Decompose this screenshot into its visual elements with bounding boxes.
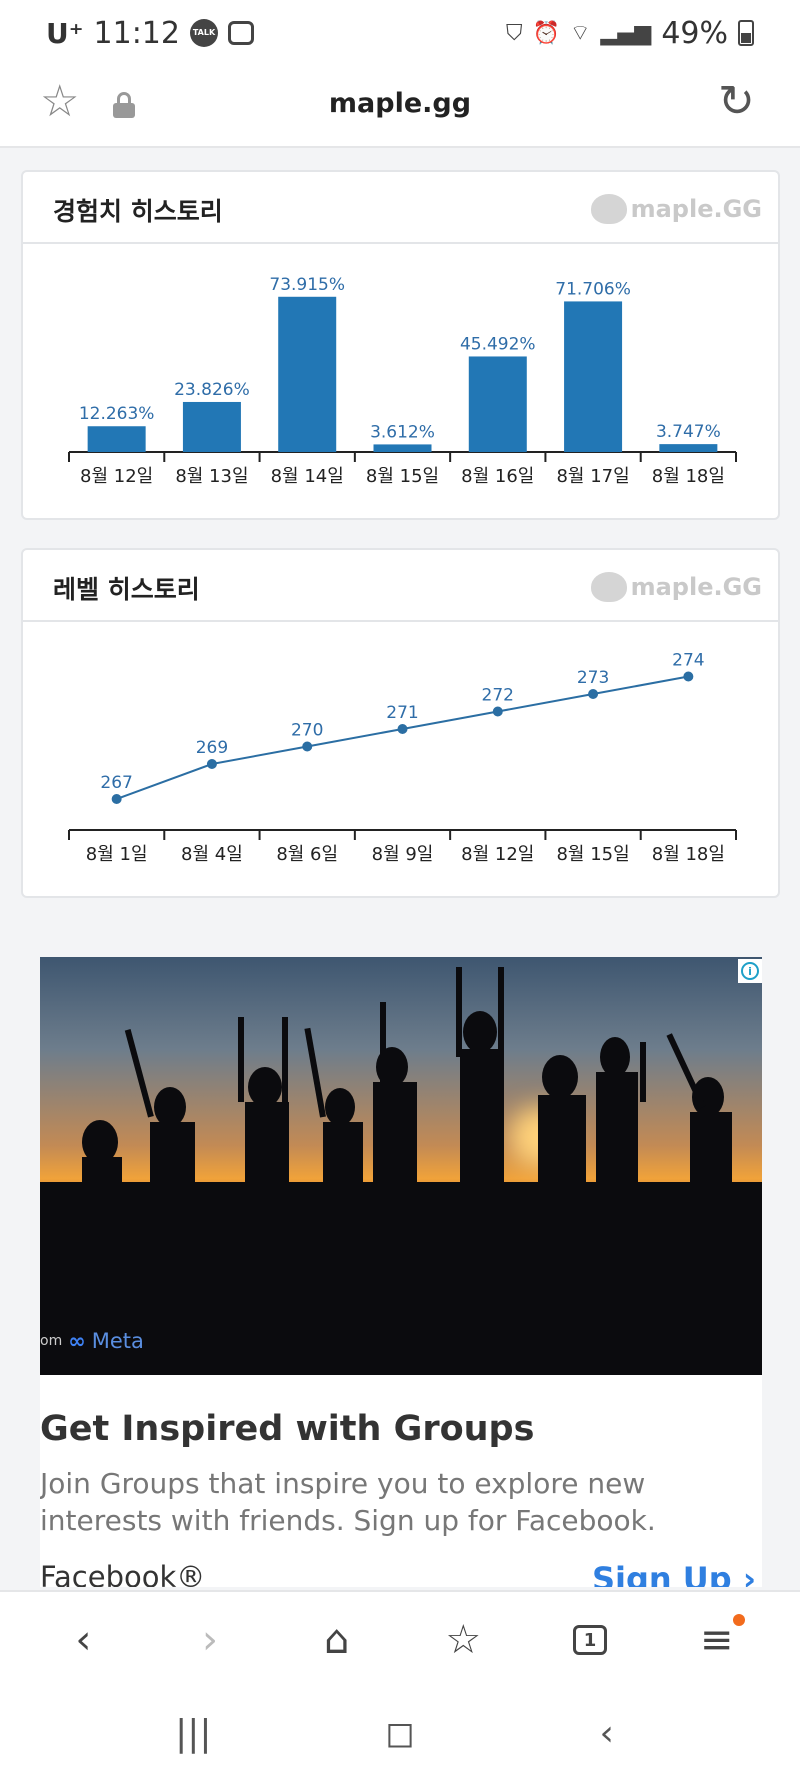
x-tick-label: 8월 12일 (80, 466, 153, 487)
ad-title[interactable]: Get Inspired with Groups (40, 1409, 534, 1449)
home-nav-icon[interactable]: ◻ (370, 1703, 430, 1763)
menu-icon[interactable]: ≡ (687, 1610, 747, 1670)
bar-value-label: 45.492% (460, 334, 536, 354)
signal-icon: ▂▄▆ (600, 20, 652, 46)
back-nav-icon[interactable]: ‹ (577, 1703, 637, 1763)
bar (659, 444, 718, 452)
x-tick-label: 8월 14일 (271, 466, 344, 487)
meta-label: Meta (91, 1329, 144, 1353)
point-value-label: 272 (482, 686, 514, 706)
chevron-right-icon: › (742, 1560, 756, 1587)
x-tick-label: 8월 18일 (652, 466, 725, 487)
silhouette-group (40, 967, 762, 1375)
reload-icon[interactable]: ↻ (718, 80, 755, 124)
x-tick-label: 8월 15일 (556, 844, 629, 865)
notification-icon (227, 21, 254, 45)
recents-icon[interactable]: ||| (163, 1703, 223, 1763)
bar (468, 356, 527, 452)
maplegg-watermark: maple.GG (590, 572, 762, 602)
data-point (588, 689, 599, 699)
level-line-chart: 8월 1일 8월 4일 8월 6일 8월 9일 8월 12일 8월 15일 8월 18일 26… (68, 651, 737, 865)
slime-logo-icon (590, 572, 627, 602)
bar-value-label: 3.612% (370, 422, 435, 442)
x-tick-label: 8월 6일 (276, 844, 338, 865)
data-point (302, 741, 313, 752)
clock: 11:12 (93, 15, 180, 51)
card-title: 경험치 히스토리 (53, 197, 223, 226)
data-point (397, 724, 408, 734)
ad-description: Join Groups that inspire you to explore … (40, 1467, 656, 1537)
sign-up-label: Sign Up (591, 1560, 732, 1587)
watermark-text: maple.GG (630, 195, 762, 223)
slime-logo-icon (590, 194, 627, 224)
tab-count: 1 (572, 1625, 607, 1655)
card-header: 경험치 히스토리 maple.GG (23, 172, 778, 244)
notification-dot (732, 1614, 745, 1626)
x-tick-label: 8월 12일 (461, 844, 534, 865)
url-text[interactable]: maple.gg (0, 88, 800, 119)
x-tick-label: 8월 17일 (556, 466, 629, 487)
battery-percent: 49% (661, 15, 728, 51)
back-icon[interactable]: ‹ (53, 1610, 113, 1670)
bookmarks-icon[interactable]: ☆ (433, 1610, 493, 1670)
x-tick-label: 8월 15일 (366, 466, 439, 487)
system-nav-bar: ||| ◻ ‹ (0, 1688, 800, 1778)
meta-prefix: om (40, 1333, 63, 1349)
point-value-label: 273 (577, 668, 609, 688)
exp-history-card: 경험치 히스토리 maple.GG 8월 12일 8월 13일 8월 14일 8월 1… (21, 170, 780, 520)
kakaotalk-icon: TALK (189, 19, 218, 47)
meta-logo: om ∞ Meta (40, 1329, 144, 1353)
bar (278, 296, 337, 452)
bar (182, 401, 241, 452)
bar-value-label: 73.915% (269, 275, 345, 295)
data-point (206, 759, 217, 769)
point-value-label: 271 (386, 703, 418, 723)
url-bar: ☆ maple.gg ↻ (0, 66, 800, 148)
battery-icon (738, 20, 754, 46)
wifi-icon: ⌔ (569, 21, 591, 46)
card-title: 레벨 히스토리 (53, 575, 200, 604)
ad-info-icon[interactable]: i (738, 959, 762, 983)
x-tick-label: 8월 9일 (372, 844, 434, 865)
x-tick-label: 8월 1일 (86, 844, 148, 865)
level-history-card: 레벨 히스토리 maple.GG 8월 1일 8월 4일 8월 6일 8월 9일 8월 … (21, 548, 780, 898)
browser-toolbar: ‹ › ⌂ ☆ 1 ≡ (0, 1590, 800, 1688)
bar (87, 426, 146, 452)
ad-image[interactable]: i om ∞ Meta (40, 957, 762, 1375)
alarm-icon: ⏰ (532, 20, 560, 46)
point-value-label: 270 (291, 721, 323, 741)
data-point (111, 794, 122, 804)
bar-value-label: 12.263% (79, 404, 155, 424)
forward-icon[interactable]: › (180, 1610, 240, 1670)
ad-brand: Facebook® (40, 1560, 206, 1587)
data-point (492, 706, 503, 717)
home-icon[interactable]: ⌂ (307, 1610, 367, 1670)
tabs-icon[interactable]: 1 (560, 1610, 620, 1670)
status-right: ⛉ ⏰ ⌔ ▂▄▆ 49% (506, 16, 754, 51)
card-header: 레벨 히스토리 maple.GG (23, 550, 778, 622)
meta-infinity-icon: ∞ (68, 1329, 86, 1353)
x-tick-label: 8월 18일 (652, 844, 725, 865)
carrier-label: U⁺ (46, 16, 84, 50)
bar (564, 301, 623, 452)
bar (373, 444, 432, 452)
x-tick-label: 8월 13일 (175, 466, 248, 487)
status-left: U⁺ 11:12 TALK (46, 16, 254, 51)
x-tick-label: 8월 4일 (181, 844, 243, 865)
point-value-label: 269 (196, 738, 228, 758)
bar-value-label: 71.706% (555, 279, 631, 299)
point-value-label: 267 (100, 773, 132, 793)
data-point (683, 671, 694, 682)
x-tick-label: 8월 16일 (461, 466, 534, 487)
point-value-label: 274 (672, 651, 704, 671)
status-bar: U⁺ 11:12 TALK ⛉ ⏰ ⌔ ▂▄▆ 49% (0, 0, 800, 66)
sign-up-button[interactable]: Sign Up › (592, 1560, 756, 1587)
bar-value-label: 23.826% (174, 380, 250, 400)
vpn-icon: ⛉ (505, 20, 523, 46)
exp-bar-chart: 8월 12일 8월 13일 8월 14일 8월 15일 8월 16일 8월 17일 8월 1… (68, 275, 737, 487)
facebook-ad[interactable]: i om ∞ Meta Get Inspired with Groups Joi… (40, 957, 762, 1587)
watermark-text: maple.GG (630, 573, 762, 601)
maplegg-watermark: maple.GG (590, 194, 762, 224)
bar-value-label: 3.747% (656, 422, 721, 442)
